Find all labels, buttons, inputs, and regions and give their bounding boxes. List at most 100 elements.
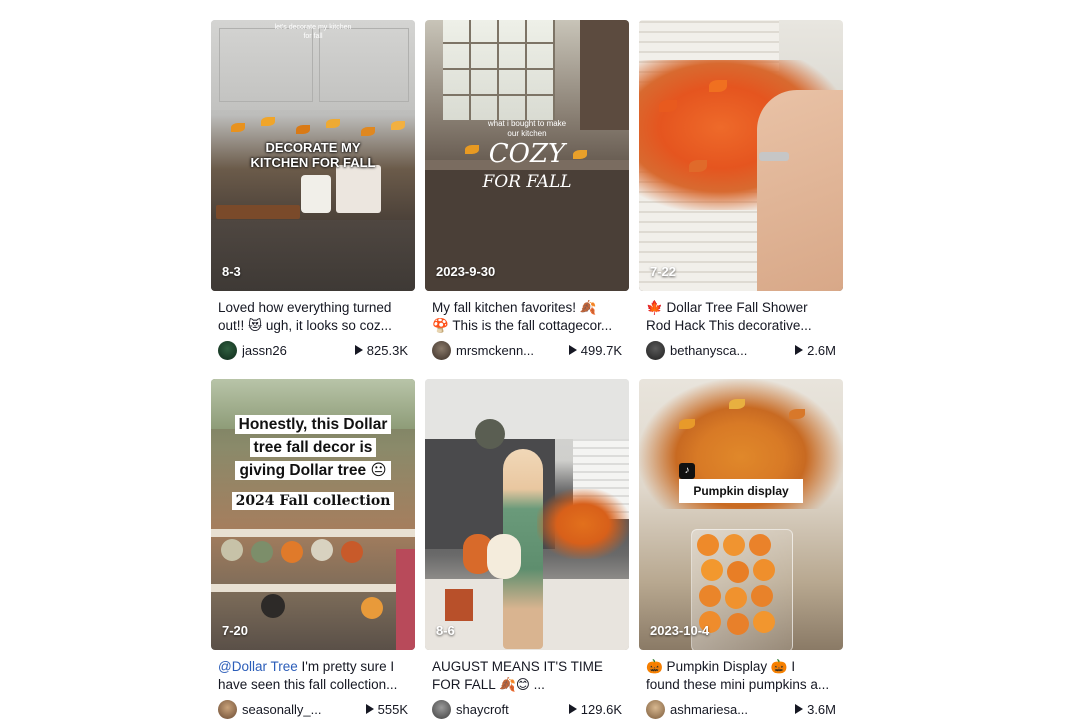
video-card[interactable]: let's decorate my kitchen for fall DECOR… [211,20,415,361]
avatar[interactable] [218,699,237,719]
view-count-value: 3.6M [807,701,836,717]
overlay-caption: Honestly, this Dollar tree fall decor is… [227,413,399,482]
overlay-caption: DECORATE MY KITCHEN FOR FALL [250,140,376,170]
play-icon [795,345,804,355]
window-frame [443,20,555,120]
video-description[interactable]: 🍁 Dollar Tree Fall Shower Rod Hack This … [639,299,843,335]
view-count-value: 2.6M [807,342,836,358]
video-meta: shaycroft 129.6K [425,698,629,720]
username[interactable]: ashmariesa... [670,702,795,717]
overlay-caption-small: let's decorate my kitchen for fall [274,24,352,40]
video-card[interactable]: Honestly, this Dollar tree fall decor is… [211,379,415,720]
video-card[interactable]: 7-22 🍁 Dollar Tree Fall Shower Rod Hack … [639,20,843,361]
view-count-value: 555K [377,701,408,717]
avatar[interactable] [218,340,237,360]
description-line: 🍄 This is the fall cottagecor... [432,318,613,333]
overlay-caption-text: Honestly, this Dollar tree fall decor is… [234,415,392,480]
username[interactable]: jassn26 [242,343,355,358]
view-count: 2.6M [795,343,836,358]
post-date: 7-20 [222,623,249,638]
description-line: My fall kitchen favorites! 🍂 [432,300,597,315]
avatar[interactable] [432,340,451,360]
pumpkin [361,597,383,619]
username[interactable]: shaycroft [456,702,569,717]
view-count-value: 825.3K [366,342,408,358]
description-line: found these mini pumpkins a... [646,677,830,692]
overlay-caption-small: what i bought to make our kitchen [487,119,567,138]
pumpkin [281,541,303,563]
video-thumbnail[interactable]: ♪ Pumpkin display 2023-10-4 [639,379,843,650]
pumpkin [221,539,243,561]
view-count-value: 129.6K [580,701,622,717]
post-date: 2023-9-30 [436,264,496,279]
pumpkin [261,594,285,618]
video-card[interactable]: what i bought to make our kitchen COZY F… [425,20,629,361]
view-count: 825.3K [354,342,408,358]
video-description[interactable]: My fall kitchen favorites! 🍂 🍄 This is t… [425,299,629,335]
post-date: 7-22 [650,264,677,279]
pillow [445,589,473,621]
post-date: 8-3 [222,264,241,279]
mention-link[interactable]: @Dollar Tree [218,659,298,674]
countertop [211,220,415,291]
shelf [211,529,415,537]
video-description[interactable]: Loved how everything turned out!! 😻 ugh,… [211,299,415,335]
overlay-caption: Pumpkin display [679,479,803,503]
video-card[interactable]: ♪ Pumpkin display 2023-10-4 🎃 Pumpkin Di… [639,379,843,720]
pumpkin [251,541,273,563]
overlay-subcaption-text: 2024 Fall collection [231,492,395,510]
sign-board [336,165,381,213]
video-description[interactable]: @Dollar Tree I'm pretty sure I have seen… [211,658,415,694]
video-description[interactable]: 🎃 Pumpkin Display 🎃 I found these mini p… [639,658,843,694]
view-count: 555K [365,701,408,717]
username[interactable]: mrsmckenn... [456,343,569,358]
tiktok-logo-icon: ♪ [679,463,695,479]
description-line: FOR FALL 🍂😊 ... [432,677,545,692]
view-count: 499.7K [568,342,622,358]
description-line: Rod Hack This decorative... [646,318,812,333]
overlay-subcaption: FOR FALL [482,172,572,192]
username[interactable]: seasonally_... [242,702,366,717]
view-count-value: 499.7K [580,342,622,358]
avatar[interactable] [646,340,665,360]
arm [757,90,843,291]
video-meta: ashmariesa... 3.6M [639,698,843,720]
cabinet [580,20,629,130]
store-sign [396,549,415,650]
view-count: 3.6M [795,702,836,717]
video-card[interactable]: 8-6 AUGUST MEANS IT'S TIME FOR FALL 🍂😊 .… [425,379,629,720]
wood-tray [216,205,300,219]
avatar[interactable] [432,699,451,719]
play-icon [568,345,577,355]
video-thumbnail[interactable]: what i bought to make our kitchen COZY F… [425,20,629,291]
description-line: @Dollar Tree I'm pretty sure I [218,658,408,676]
play-icon [795,704,804,714]
play-icon [365,704,374,714]
view-count: 129.6K [568,701,622,717]
description-line: 🎃 Pumpkin Display 🎃 I [646,659,796,674]
description-text: I'm pretty sure I [297,659,395,674]
play-icon [568,704,577,714]
fall-branches [537,489,629,559]
description-line: 🍁 Dollar Tree Fall Shower [646,300,808,315]
description-line: Loved how everything turned [218,300,392,315]
overlay-caption: COZY [488,139,566,169]
username[interactable]: bethanysca... [670,343,795,358]
video-thumbnail[interactable]: 7-22 [639,20,843,291]
video-meta: bethanysca... 2.6M [639,339,843,361]
video-thumbnail[interactable]: let's decorate my kitchen for fall DECOR… [211,20,415,291]
description-line: out!! 😻 ugh, it looks so coz... [218,318,392,333]
pumpkin [341,541,363,563]
avatar[interactable] [646,699,665,719]
wall-wreath [475,419,505,449]
pumpkin [311,539,333,561]
description-line: AUGUST MEANS IT'S TIME [432,659,603,674]
description-line: have seen this fall collection... [218,677,398,692]
video-thumbnail[interactable]: 8-6 [425,379,629,650]
video-thumbnail[interactable]: Honestly, this Dollar tree fall decor is… [211,379,415,650]
video-grid: let's decorate my kitchen for fall DECOR… [211,20,843,720]
ceiling [425,379,629,439]
post-date: 8-6 [436,623,455,638]
video-description[interactable]: AUGUST MEANS IT'S TIME FOR FALL 🍂😊 ... [425,658,629,694]
video-meta: seasonally_... 555K [211,698,415,720]
